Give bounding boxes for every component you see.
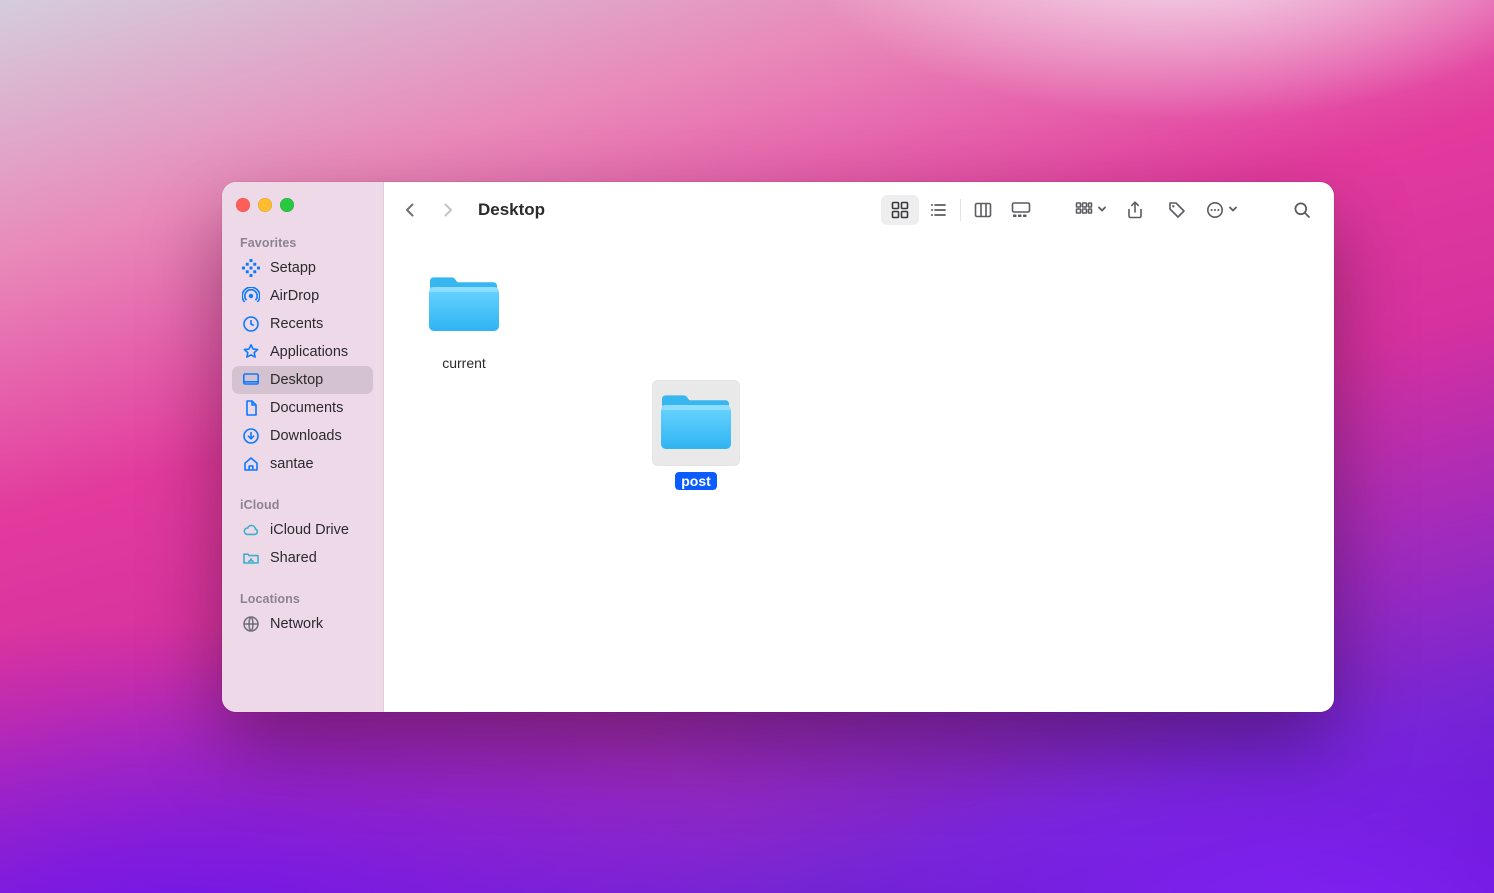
sidebar-item-applications[interactable]: Applications	[232, 338, 373, 366]
sidebar-item-label: Network	[270, 616, 323, 632]
window-title: Desktop	[478, 200, 545, 220]
group-by-button[interactable]	[1074, 200, 1107, 220]
sidebar-section-locations: Network	[228, 610, 377, 638]
search-button[interactable]	[1288, 196, 1316, 224]
folder-icon	[652, 380, 740, 466]
sidebar-item-shared[interactable]: Shared	[232, 544, 373, 572]
chevron-down-icon	[1228, 201, 1238, 219]
sidebar-item-downloads[interactable]: Downloads	[232, 422, 373, 450]
minimize-button[interactable]	[258, 198, 272, 212]
file-label: post	[675, 472, 717, 490]
cloud-icon	[242, 521, 260, 539]
finder-content[interactable]: current	[384, 238, 1334, 712]
sidebar-section-title-icloud: iCloud	[228, 492, 377, 516]
sidebar-item-label: Applications	[270, 344, 348, 360]
sidebar-section-title-locations: Locations	[228, 586, 377, 610]
toolbar-actions	[1074, 196, 1238, 224]
sidebar-item-recents[interactable]: Recents	[232, 310, 373, 338]
sidebar-item-label: Documents	[270, 400, 343, 416]
shared-folder-icon	[242, 549, 260, 567]
folder-item-current[interactable]: current	[416, 262, 512, 372]
sidebar-item-network[interactable]: Network	[232, 610, 373, 638]
view-gallery-button[interactable]	[1002, 195, 1040, 225]
close-button[interactable]	[236, 198, 250, 212]
sidebar-section-icloud: iCloud Drive Shared	[228, 516, 377, 572]
sidebar-item-home[interactable]: santae	[232, 450, 373, 478]
setapp-icon	[242, 259, 260, 277]
sidebar-item-label: Recents	[270, 316, 323, 332]
finder-toolbar: Desktop	[384, 182, 1334, 238]
downloads-icon	[242, 427, 260, 445]
view-columns-button[interactable]	[964, 195, 1002, 225]
airdrop-icon	[242, 287, 260, 305]
sidebar-item-label: Shared	[270, 550, 317, 566]
sidebar-section-title-favorites: Favorites	[228, 230, 377, 254]
window-controls	[228, 194, 377, 230]
view-list-button[interactable]	[919, 195, 957, 225]
chevron-down-icon	[1097, 201, 1107, 219]
home-icon	[242, 455, 260, 473]
folder-item-post[interactable]: post	[648, 380, 744, 490]
file-label: current	[436, 354, 492, 372]
documents-icon	[242, 399, 260, 417]
globe-icon	[242, 615, 260, 633]
sidebar-item-label: Setapp	[270, 260, 316, 276]
sidebar-item-setapp[interactable]: Setapp	[232, 254, 373, 282]
desktop-icon	[242, 371, 260, 389]
back-button[interactable]	[396, 194, 424, 226]
sidebar-item-label: santae	[270, 456, 314, 472]
share-button[interactable]	[1121, 196, 1149, 224]
sidebar-item-iclouddrive[interactable]: iCloud Drive	[232, 516, 373, 544]
view-icons-button[interactable]	[881, 195, 919, 225]
finder-sidebar: Favorites Setapp AirDrop Recents	[222, 182, 384, 712]
forward-button[interactable]	[434, 194, 462, 226]
sidebar-item-desktop[interactable]: Desktop	[232, 366, 373, 394]
action-menu-button[interactable]	[1205, 200, 1238, 220]
sidebar-section-favorites: Setapp AirDrop Recents Applications	[228, 254, 377, 478]
finder-main: Desktop	[384, 182, 1334, 712]
view-mode-segment	[879, 193, 1042, 227]
segment-divider	[960, 199, 961, 221]
sidebar-item-label: AirDrop	[270, 288, 319, 304]
finder-window: Favorites Setapp AirDrop Recents	[222, 182, 1334, 712]
folder-icon	[420, 262, 508, 348]
sidebar-item-label: Desktop	[270, 372, 323, 388]
tags-button[interactable]	[1163, 196, 1191, 224]
clock-icon	[242, 315, 260, 333]
sidebar-item-label: Downloads	[270, 428, 342, 444]
zoom-button[interactable]	[280, 198, 294, 212]
sidebar-item-documents[interactable]: Documents	[232, 394, 373, 422]
sidebar-item-label: iCloud Drive	[270, 522, 349, 538]
applications-icon	[242, 343, 260, 361]
sidebar-item-airdrop[interactable]: AirDrop	[232, 282, 373, 310]
